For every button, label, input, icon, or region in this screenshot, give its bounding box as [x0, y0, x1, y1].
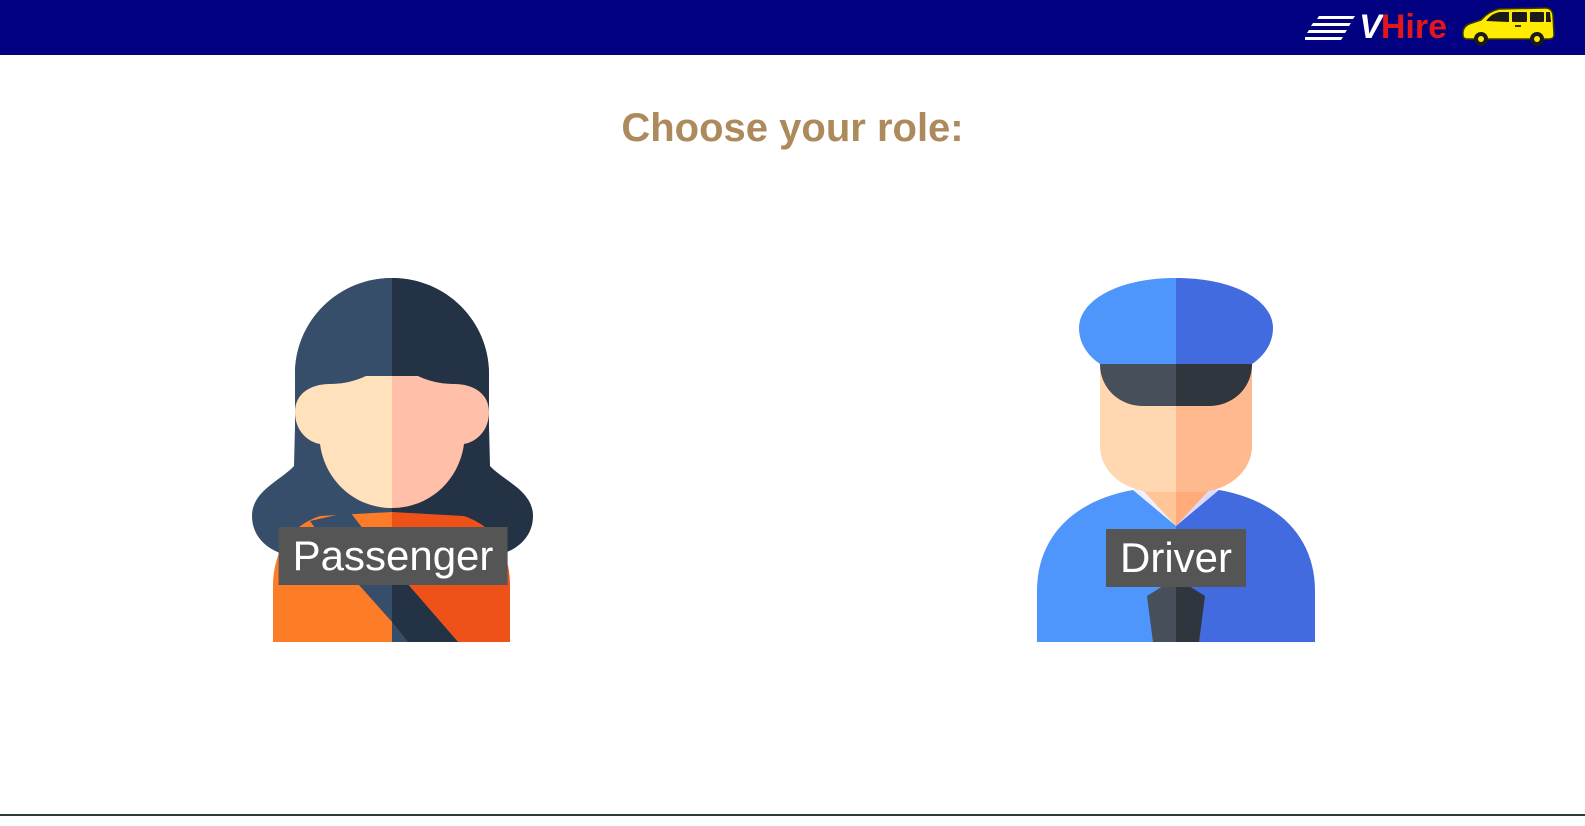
top-navbar: V Hire [0, 0, 1585, 55]
speed-lines-icon [1305, 16, 1356, 40]
passenger-woman-icon [252, 278, 533, 642]
bottom-divider [0, 814, 1585, 816]
van-icon [1462, 7, 1555, 46]
logo-word-hire: Hire [1380, 7, 1447, 46]
passenger-role-button[interactable]: Passenger [250, 276, 535, 644]
vhire-logo[interactable]: V Hire [1305, 4, 1555, 50]
logo-letter-v: V [1359, 7, 1382, 46]
driver-icon [1037, 278, 1315, 642]
driver-role-button[interactable]: Driver [1035, 276, 1317, 644]
driver-label: Driver [1106, 529, 1246, 587]
passenger-label: Passenger [278, 527, 508, 585]
page-title: Choose your role: [621, 106, 964, 150]
